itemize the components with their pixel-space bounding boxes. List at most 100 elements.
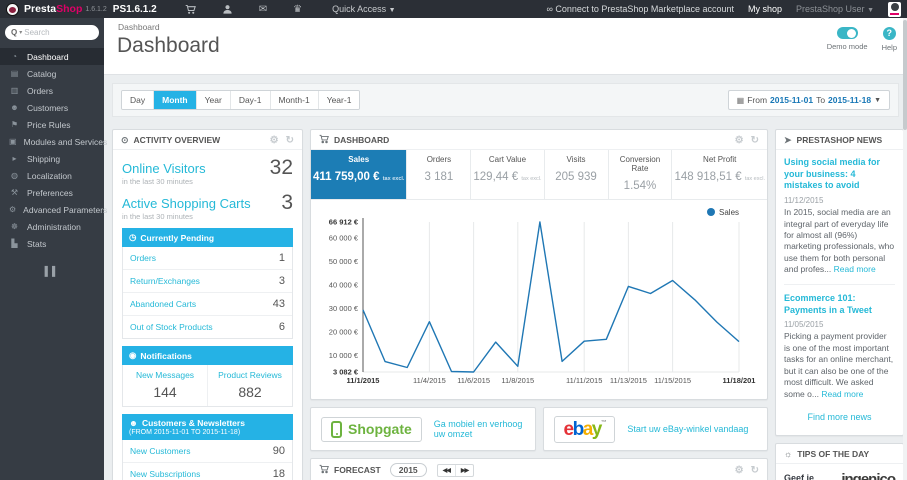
news-article-title[interactable]: Using social media for your business: 4 … (784, 157, 895, 192)
svg-text:11/13/2015: 11/13/2015 (610, 376, 647, 385)
scrollbar-thumb[interactable] (903, 20, 907, 130)
kpi-cart-value[interactable]: Cart Value 129,44 € tax excl. (471, 150, 545, 199)
new-messages-cell[interactable]: New Messages 144 (123, 365, 207, 406)
range-month-button[interactable]: Month (154, 91, 197, 109)
top-bar: PrestaShop 1.6.1.2 PS1.6.1.2 ✉ ♛ Quick A… (0, 0, 907, 18)
new-subscriptions-row[interactable]: New Subscriptions 18 (123, 463, 292, 480)
my-shop-link[interactable]: My shop (748, 4, 782, 14)
sidebar-item-modules[interactable]: ▣ Modules and Services (0, 133, 107, 150)
panel-title: PRESTASHOP NEWS (796, 135, 883, 145)
next-year-button[interactable]: ▶▶ (456, 465, 473, 476)
sidebar-search[interactable]: Q ▾ (5, 25, 99, 40)
read-more-link[interactable]: Read more (834, 264, 876, 274)
sidebar-item-localization[interactable]: ◍ Localization (0, 167, 104, 184)
abandoned-carts-row[interactable]: Abandoned Carts 43 (123, 293, 292, 316)
range-day-button[interactable]: Day (122, 91, 155, 109)
svg-text:66 912 €: 66 912 € (329, 218, 359, 227)
refresh-icon[interactable]: ↻ (751, 135, 759, 146)
sidebar-item-orders[interactable]: ▥ Orders (0, 82, 104, 99)
date-range-picker[interactable]: ▦ From 2015-11-01 To 2015-11-18 ▼ (727, 90, 890, 110)
news-icon: ➤ (784, 134, 792, 145)
svg-text:11/18/201: 11/18/201 (723, 376, 756, 385)
kpi-orders[interactable]: Orders 3 181 (407, 150, 472, 199)
kpi-visits[interactable]: Visits 205 939 (545, 150, 609, 199)
gear-icon[interactable]: ⚙ (735, 465, 744, 476)
user-avatar[interactable] (888, 1, 901, 17)
out-of-stock-row[interactable]: Out of Stock Products 6 (123, 316, 292, 338)
help-icon[interactable]: ? (882, 27, 896, 40)
search-icon: Q (11, 28, 18, 37)
demo-mode-toggle[interactable] (836, 27, 858, 39)
marketplace-link[interactable]: ∞ Connect to PrestaShop Marketplace acco… (546, 4, 734, 14)
news-article-title[interactable]: Ecommerce 101: Payments in a Tweet (784, 293, 895, 316)
stats-icon: ▙ (11, 239, 18, 248)
sidebar-item-price-rules[interactable]: ⚑ Price Rules (0, 116, 104, 133)
forecast-year[interactable]: 2015 (389, 463, 427, 477)
sidebar-item-catalog[interactable]: ▤ Catalog (0, 65, 104, 82)
range-day-1-button[interactable]: Day-1 (230, 91, 271, 109)
sidebar-item-stats[interactable]: ▙ Stats (0, 235, 104, 252)
find-more-news-link[interactable]: Find more news (784, 412, 895, 426)
active-carts-sub: in the last 30 minutes (122, 212, 193, 221)
price-rules-icon: ⚑ (10, 120, 19, 129)
orders-icon: ▥ (10, 86, 19, 95)
sidebar-item-customers[interactable]: ☻ Customers (0, 99, 104, 116)
active-carts-value: 3 (281, 191, 293, 214)
phone-icon (331, 420, 342, 438)
page-title: Dashboard (117, 34, 220, 57)
ebay-link[interactable]: Start uw eBay-winkel vandaag (627, 424, 748, 434)
new-customers-row[interactable]: New Customers 90 (123, 440, 292, 463)
read-more-link[interactable]: Read more (821, 389, 863, 399)
sidebar-item-preferences[interactable]: ⚒ Preferences (0, 184, 104, 201)
trophy-icon[interactable]: ♛ (293, 4, 302, 15)
kpi-sales[interactable]: Sales 411 759,00 € tax excl. (311, 150, 408, 199)
active-carts-link[interactable]: Active Shopping Carts (122, 196, 251, 211)
shipping-icon: ▸ (12, 154, 17, 163)
quick-access-menu[interactable]: Quick Access ▼ (332, 4, 395, 14)
gear-icon[interactable]: ⚙ (270, 135, 279, 146)
search-input[interactable] (24, 28, 83, 37)
refresh-icon[interactable]: ↻ (286, 135, 294, 146)
sidebar-item-shipping[interactable]: ▸ Shipping (0, 150, 104, 167)
range-year-1-button[interactable]: Year-1 (318, 91, 360, 109)
cart-icon[interactable] (185, 4, 196, 15)
date-toolbar: Day Month Year Day-1 Month-1 Year-1 ▦ Fr… (112, 83, 899, 117)
previous-year-button[interactable]: ◀◀ (438, 464, 456, 476)
refresh-icon[interactable]: ↻ (751, 465, 759, 476)
activity-icon: ⊙ (121, 134, 129, 145)
demo-mode-label: Demo mode (826, 42, 868, 51)
svg-text:11/6/2015: 11/6/2015 (457, 376, 490, 385)
ebay-logo[interactable]: ebay™ (553, 415, 616, 443)
window-scrollbar (903, 18, 907, 480)
shopgate-logo[interactable]: Shopgate (321, 416, 422, 442)
shopgate-ad: Shopgate Ga mobiel en verhoog uw omzet (310, 407, 536, 451)
collapse-menu-icon[interactable]: ▌▌ (0, 266, 104, 276)
help-label: Help (881, 43, 897, 52)
kpi-net-profit[interactable]: Net Profit 148 918,51 € tax excl. (672, 150, 767, 199)
panel-title: TIPS OF THE DAY (797, 449, 870, 460)
range-year-button[interactable]: Year (196, 91, 231, 109)
svg-text:30 000 €: 30 000 € (329, 304, 359, 313)
notifications-header: ◉ Notifications (122, 346, 293, 365)
sidebar-item-dashboard[interactable]: ◔ Dashboard (0, 48, 104, 65)
administration-icon: ☸ (10, 222, 19, 231)
messages-icon[interactable]: ✉ (259, 4, 267, 15)
customers-quick-icon[interactable] (222, 4, 233, 15)
user-menu[interactable]: PrestaShop User ▼ (796, 4, 874, 14)
online-visitors-link[interactable]: Online Visitors (122, 161, 206, 176)
gear-icon[interactable]: ⚙ (735, 135, 744, 146)
news-article-body: Picking a payment provider is one of the… (784, 331, 894, 399)
range-month-1-button[interactable]: Month-1 (270, 91, 319, 109)
pending-orders-row[interactable]: Orders 1 (123, 247, 292, 270)
sidebar-item-advanced-parameters[interactable]: ⚙ Advanced Parameters (0, 201, 107, 218)
sidebar: Q ▾ ◔Dashboard ▤Catalog ▥Orders ☻Custome… (0, 18, 107, 480)
pending-returns-row[interactable]: Return/Exchanges 3 (123, 270, 292, 293)
news-article-body: In 2015, social media are an integral pa… (784, 207, 895, 275)
sidebar-item-administration[interactable]: ☸ Administration (0, 218, 104, 235)
online-visitors-value: 32 (269, 156, 293, 179)
product-reviews-cell[interactable]: Product Reviews 882 (207, 365, 292, 406)
panel-title: ACTIVITY OVERVIEW (133, 135, 221, 145)
shopgate-link[interactable]: Ga mobiel en verhoog uw omzet (434, 419, 525, 439)
kpi-conversion-rate[interactable]: Conversion Rate 1.54% (609, 150, 673, 199)
forecast-nav: ◀◀ ▶▶ (436, 463, 475, 477)
